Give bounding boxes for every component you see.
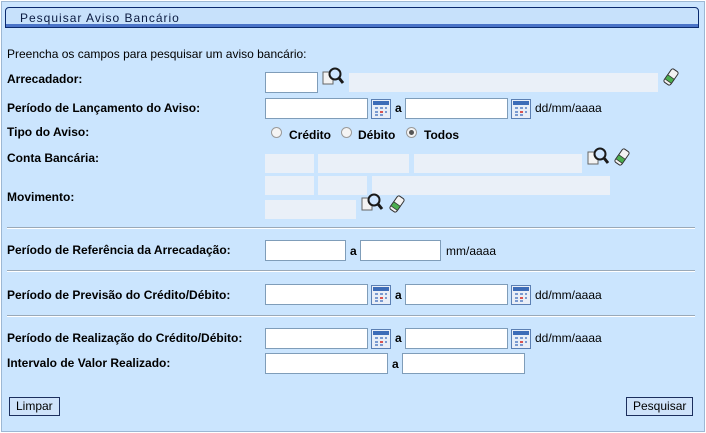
calendar-icon[interactable] [511, 285, 531, 305]
clear-movimento-icon[interactable] [388, 195, 406, 213]
panel-titlebar: Pesquisar Aviso Bancário [5, 7, 699, 28]
calendar-icon[interactable] [371, 329, 391, 349]
divider [7, 227, 695, 229]
realizacao-end-date-input[interactable] [405, 328, 508, 349]
date-format-hint: dd/mm/aaaa [535, 101, 602, 115]
periodo-previsao-label: Período de Previsão do Crédito/Débito: [7, 288, 231, 302]
conta-banco-display [265, 154, 314, 173]
range-separator: a [392, 357, 399, 371]
radio-debito-label: Débito [358, 128, 396, 142]
range-separator: a [395, 101, 402, 115]
radio-credito[interactable] [271, 127, 282, 138]
month-format-hint: mm/aaaa [446, 244, 497, 258]
movimento-label: Movimento: [7, 190, 75, 204]
movimento-value-display [265, 200, 356, 219]
previsao-end-date-input[interactable] [405, 284, 508, 305]
date-format-hint: dd/mm/aaaa [535, 331, 602, 345]
lancamento-end-date-input[interactable] [405, 98, 508, 119]
intro-text: Preencha os campos para pesquisar um avi… [7, 47, 307, 61]
lancamento-start-date-input[interactable] [265, 98, 368, 119]
clear-arrecadador-icon[interactable] [662, 68, 680, 86]
movimento-desc-display [372, 176, 610, 195]
referencia-start-input[interactable] [265, 240, 346, 261]
referencia-end-input[interactable] [360, 240, 441, 261]
search-conta-icon[interactable] [586, 146, 610, 168]
clear-button[interactable]: Limpar [9, 397, 60, 416]
radio-credito-label: Crédito [289, 128, 331, 142]
calendar-icon[interactable] [371, 99, 391, 119]
realizacao-start-date-input[interactable] [265, 328, 368, 349]
periodo-realizacao-label: Período de Realização do Crédito/Débito: [7, 331, 243, 345]
radio-todos-label: Todos [424, 128, 460, 142]
valor-min-input[interactable] [265, 353, 388, 374]
arrecadador-code-input[interactable] [265, 72, 318, 93]
previsao-start-date-input[interactable] [265, 284, 368, 305]
intervalo-valor-label: Intervalo de Valor Realizado: [7, 356, 171, 370]
conta-bancaria-label: Conta Bancária: [7, 151, 100, 165]
radio-todos[interactable] [406, 127, 417, 138]
range-separator: a [350, 244, 357, 258]
radio-debito[interactable] [341, 127, 352, 138]
calendar-icon[interactable] [371, 285, 391, 305]
range-separator: a [395, 331, 402, 345]
page-title: Pesquisar Aviso Bancário [20, 11, 180, 25]
periodo-referencia-label: Período de Referência da Arrecadação: [7, 243, 231, 257]
conta-numero-display [414, 154, 582, 173]
divider [7, 270, 695, 272]
date-format-hint: dd/mm/aaaa [535, 288, 602, 302]
arrecadador-label: Arrecadador: [7, 72, 83, 86]
search-movimento-icon[interactable] [360, 192, 384, 214]
arrecadador-name-display [349, 73, 658, 92]
search-arrecadador-icon[interactable] [321, 66, 345, 88]
clear-conta-icon[interactable] [613, 148, 631, 166]
tipo-aviso-label: Tipo do Aviso: [7, 125, 90, 139]
divider [7, 315, 695, 317]
calendar-icon[interactable] [511, 99, 531, 119]
periodo-lancamento-label: Período de Lançamento do Aviso: [7, 101, 201, 115]
valor-max-input[interactable] [402, 353, 525, 374]
range-separator: a [395, 288, 402, 302]
conta-agencia-display [318, 154, 409, 173]
calendar-icon[interactable] [511, 329, 531, 349]
search-button[interactable]: Pesquisar [626, 397, 694, 416]
movimento-code-display [265, 176, 314, 195]
